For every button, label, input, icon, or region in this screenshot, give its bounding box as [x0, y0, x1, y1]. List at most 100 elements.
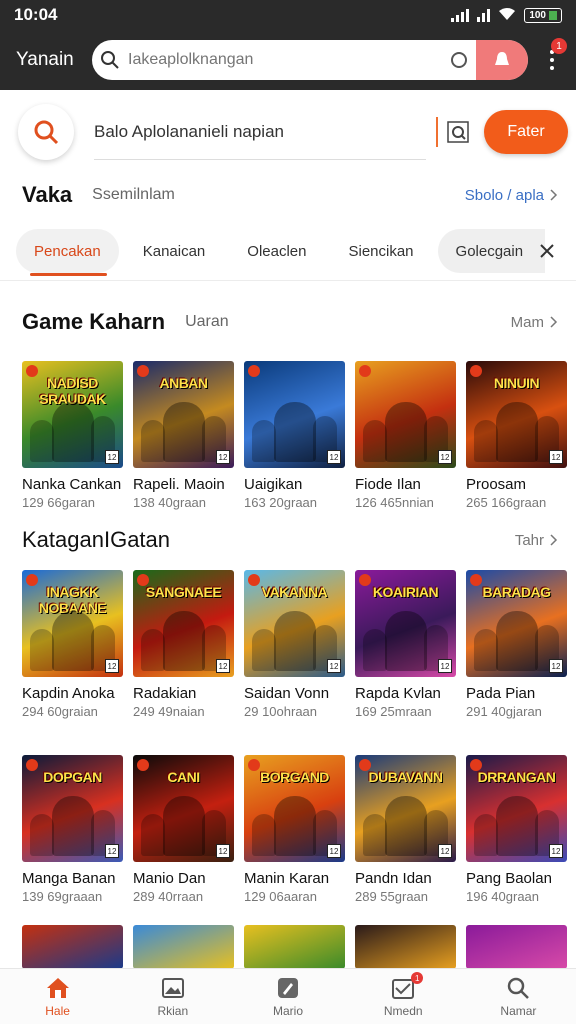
character-figure [252, 420, 276, 462]
game-meta: 163 20graan [244, 495, 318, 510]
nav-2[interactable]: Rkian [115, 969, 230, 1024]
tab-1[interactable]: Kanaican [125, 229, 224, 273]
game-card[interactable]: SANGNAEE 12 Radakian 249 49naian [133, 570, 234, 719]
search-input[interactable] [128, 51, 442, 69]
clear-icon[interactable] [442, 51, 476, 69]
character-figure [474, 814, 498, 856]
character-figure [252, 814, 276, 856]
character-figure [163, 611, 205, 671]
nav-4[interactable]: 1 Nmedn [346, 969, 461, 1024]
game-meta: 129 06aaran [244, 889, 318, 904]
corner-badge-icon [359, 365, 371, 377]
character-figure [141, 814, 165, 856]
game-card[interactable]: CANI 12 Manio Dan 289 40rraan [133, 755, 234, 904]
game-card[interactable] [355, 925, 456, 969]
game-cover[interactable]: VAKANNA 12 [244, 570, 345, 677]
game-cover[interactable]: DOPGAN 12 [22, 755, 123, 862]
rating-icon: 12 [327, 450, 341, 464]
tab-2[interactable]: Oleaclen [229, 229, 324, 273]
filter-button[interactable]: Fater [484, 110, 568, 154]
game-meta: 196 40graan [466, 889, 540, 904]
corner-badge-icon [248, 365, 260, 377]
search-query[interactable]: Balo Aplolananieli napian [94, 104, 426, 160]
game-card[interactable]: NADISD SRAUDAK 12 Nanka Cankan 129 66garan [22, 361, 123, 510]
game-cover[interactable]: KOAIRIAN 12 [355, 570, 456, 677]
game-cover[interactable]: BARADAG 12 [466, 570, 567, 677]
status-time: 10:04 [14, 5, 58, 24]
game-card[interactable]: KOAIRIAN 12 Rapda Kvlan 169 25mraan [355, 570, 456, 719]
cover-title: DUBAVANN [368, 769, 443, 785]
categories-more-link[interactable]: Tahr [515, 532, 558, 549]
game-card[interactable]: 12 Fiode Ilan 126 465nnian [355, 361, 456, 510]
scan-icon[interactable] [444, 118, 472, 146]
game-cover[interactable]: DUBAVANN 12 [355, 755, 456, 862]
game-cover[interactable]: 12 [355, 361, 456, 468]
game-meta: 126 465nnian [355, 495, 434, 510]
game-name: Rapeli. Maoin [133, 476, 225, 493]
rating-icon: 12 [549, 844, 563, 858]
game-card[interactable]: NINUIN 12 Proosam 265 166graan [466, 361, 567, 510]
game-card[interactable]: DOPGAN 12 Manga Banan 139 69graaan [22, 755, 123, 904]
game-meta: 169 25mraan [355, 704, 432, 719]
section-subtitle: Ssemilnlam [92, 186, 175, 203]
main-section-header: Vaka Ssemilnlam Sbolo / apla [22, 182, 558, 208]
game-card[interactable]: VAKANNA 12 Saidan Vonn 29 10ohraan [244, 570, 345, 719]
game-cover[interactable]: INAGKK NOBAANE 12 [22, 570, 123, 677]
more-menu-button[interactable]: 1 [540, 38, 567, 80]
nav-home[interactable]: Hale [0, 969, 115, 1024]
nav-search[interactable]: Namar [461, 969, 576, 1024]
game-cover[interactable]: SANGNAEE 12 [133, 570, 234, 677]
character-figure [363, 814, 387, 856]
game-cover[interactable]: 12 [244, 361, 345, 468]
game-card[interactable]: INAGKK NOBAANE 12 Kapdin Anoka 294 60graian [22, 570, 123, 719]
tab-0[interactable]: Pencakan [16, 229, 119, 276]
game-card[interactable]: ANBAN 12 Rapeli. Maoin 138 40graan [133, 361, 234, 510]
game-cover[interactable] [355, 925, 456, 969]
character-figure [385, 402, 427, 462]
game-card[interactable]: BARADAG 12 Pada Pian 291 40gjaran [466, 570, 567, 719]
game-cover[interactable]: BORGAND 12 [244, 755, 345, 862]
game-card[interactable] [466, 925, 567, 969]
game-meta: 289 40rraan [133, 889, 204, 904]
game-cover[interactable]: NADISD SRAUDAK 12 [22, 361, 123, 468]
game-meta: 249 49naian [133, 704, 205, 719]
game-card[interactable] [22, 925, 123, 969]
character-figure [474, 420, 498, 462]
game-name: Pada Pian [466, 685, 536, 702]
nav-badge: 1 [411, 972, 424, 984]
game-cover[interactable] [466, 925, 567, 969]
bottom-navigation: Hale Rkian Mario 1 Nmedn Namar [0, 968, 576, 1024]
search-icon [506, 975, 530, 1001]
game-name: Pang Baolan [466, 870, 552, 887]
game-card[interactable] [133, 925, 234, 969]
game-cover[interactable]: CANI 12 [133, 755, 234, 862]
game-cover[interactable] [133, 925, 234, 969]
character-figure [274, 402, 316, 462]
game-card[interactable]: 12 Uaigikan 163 20graan [244, 361, 345, 510]
cover-title: BARADAG [482, 584, 551, 600]
voice-search-button[interactable] [476, 40, 528, 80]
chevron-right-icon [550, 316, 558, 328]
tab-3[interactable]: Siencikan [330, 229, 431, 273]
tab-4[interactable]: Golecgain [437, 229, 546, 273]
game-cover[interactable]: NINUIN 12 [466, 361, 567, 468]
close-icon[interactable] [534, 238, 560, 264]
game-cover[interactable] [244, 925, 345, 969]
search-row: Balo Aplolananieli napian Fater [18, 104, 568, 160]
nav-3[interactable]: Mario [230, 969, 345, 1024]
see-all-link[interactable]: Sbolo / apla [465, 187, 558, 204]
game-cover[interactable]: ANBAN 12 [133, 361, 234, 468]
game-meta: 29 10ohraan [244, 704, 318, 719]
game-card[interactable]: DRRANGAN 12 Pang Baolan 196 40graan [466, 755, 567, 904]
header-search[interactable] [92, 40, 528, 80]
rating-icon: 12 [216, 450, 230, 464]
game-card[interactable] [244, 925, 345, 969]
game-card[interactable]: DUBAVANN 12 Pandn Idan 289 55graan [355, 755, 456, 904]
game-card[interactable]: BORGAND 12 Manin Karan 129 06aaran [244, 755, 345, 904]
games-more-link[interactable]: Mam [511, 314, 558, 331]
search-circle-button[interactable] [18, 104, 74, 160]
game-cover[interactable] [22, 925, 123, 969]
cover-title: BORGAND [260, 769, 329, 785]
game-cover[interactable]: DRRANGAN 12 [466, 755, 567, 862]
character-figure [385, 611, 427, 671]
